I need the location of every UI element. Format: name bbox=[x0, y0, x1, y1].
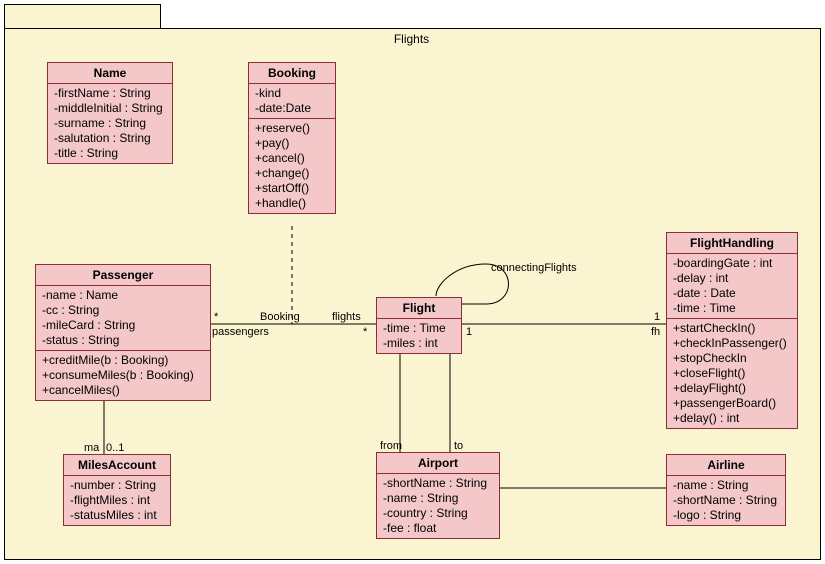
class-booking: Booking -kind -date:Date +reserve() +pay… bbox=[248, 62, 336, 214]
attr: -title : String bbox=[54, 146, 166, 161]
attr: -statusMiles : int bbox=[70, 508, 164, 523]
op: +creditMile(b : Booking) bbox=[42, 353, 204, 368]
package-title: Flights bbox=[4, 32, 819, 46]
class-attrs: -number : String -flightMiles : int -sta… bbox=[64, 476, 170, 525]
class-title: Name bbox=[48, 63, 172, 84]
class-airport: Airport -shortName : String -name : Stri… bbox=[376, 452, 500, 539]
op: +consumeMiles(b : Booking) bbox=[42, 368, 204, 383]
class-flight: Flight -time : Time -miles : int bbox=[376, 297, 462, 354]
op: +closeFlight() bbox=[673, 366, 791, 381]
package-tab bbox=[4, 4, 161, 30]
attr: -fee : float bbox=[383, 521, 493, 536]
attr: -date:Date bbox=[255, 101, 329, 116]
attr: -boardingGate : int bbox=[673, 256, 791, 271]
class-flighthandling: FlightHandling -boardingGate : int -dela… bbox=[666, 232, 798, 429]
attr: -cc : String bbox=[42, 303, 204, 318]
attr: -shortName : String bbox=[383, 476, 493, 491]
class-attrs: -boardingGate : int -delay : int -date :… bbox=[667, 254, 797, 319]
role-from: from bbox=[380, 440, 402, 452]
role-to: to bbox=[454, 440, 463, 452]
class-title: FlightHandling bbox=[667, 233, 797, 254]
mult-flights: * bbox=[363, 326, 367, 338]
class-attrs: -kind -date:Date bbox=[249, 84, 335, 119]
class-passenger: Passenger -name : Name -cc : String -mil… bbox=[35, 264, 211, 401]
class-milesaccount: MilesAccount -number : String -flightMil… bbox=[63, 454, 171, 526]
attr: -middleInitial : String bbox=[54, 101, 166, 116]
attr: -number : String bbox=[70, 478, 164, 493]
op: +stopCheckIn bbox=[673, 351, 791, 366]
attr: -miles : int bbox=[383, 336, 455, 351]
op: +cancelMiles() bbox=[42, 383, 204, 398]
role-ma: ma bbox=[84, 442, 99, 454]
class-attrs: -name : String -shortName : String -logo… bbox=[667, 476, 785, 525]
package-flights: Flights Name -firstName : String -middle… bbox=[4, 4, 821, 560]
assoc-class-label: Booking bbox=[260, 311, 300, 323]
attr: -kind bbox=[255, 86, 329, 101]
attr: -time : Time bbox=[673, 301, 791, 316]
class-attrs: -name : Name -cc : String -mileCard : St… bbox=[36, 286, 210, 351]
mult-ma: 0..1 bbox=[106, 442, 124, 454]
class-title: Passenger bbox=[36, 265, 210, 286]
mult-fh-right: 1 bbox=[654, 311, 660, 323]
role-passengers: passengers bbox=[212, 326, 269, 338]
class-attrs: -time : Time -miles : int bbox=[377, 319, 461, 353]
attr: -name : String bbox=[383, 491, 493, 506]
op: +pay() bbox=[255, 136, 329, 151]
mult-passengers: * bbox=[214, 311, 218, 323]
op: +cancel() bbox=[255, 151, 329, 166]
attr: -surname : String bbox=[54, 116, 166, 131]
class-attrs: -shortName : String -name : String -coun… bbox=[377, 474, 499, 538]
op: +startCheckIn() bbox=[673, 321, 791, 336]
class-ops: +startCheckIn() +checkInPassenger() +sto… bbox=[667, 319, 797, 428]
class-name: Name -firstName : String -middleInitial … bbox=[47, 62, 173, 164]
mult-fh-left: 1 bbox=[466, 326, 472, 338]
op: +delay() : int bbox=[673, 411, 791, 426]
op: +startOff() bbox=[255, 181, 329, 196]
class-title: Airport bbox=[377, 453, 499, 474]
class-ops: +creditMile(b : Booking) +consumeMiles(b… bbox=[36, 351, 210, 400]
op: +handle() bbox=[255, 196, 329, 211]
attr: -shortName : String bbox=[673, 493, 779, 508]
attr: -flightMiles : int bbox=[70, 493, 164, 508]
class-ops: +reserve() +pay() +cancel() +change() +s… bbox=[249, 119, 335, 213]
class-airline: Airline -name : String -shortName : Stri… bbox=[666, 454, 786, 526]
class-title: Airline bbox=[667, 455, 785, 476]
attr: -salutation : String bbox=[54, 131, 166, 146]
op: +checkInPassenger() bbox=[673, 336, 791, 351]
attr: -name : String bbox=[673, 478, 779, 493]
class-attrs: -firstName : String -middleInitial : Str… bbox=[48, 84, 172, 163]
class-title: Booking bbox=[249, 63, 335, 84]
op: +change() bbox=[255, 166, 329, 181]
attr: -mileCard : String bbox=[42, 318, 204, 333]
attr: -logo : String bbox=[673, 508, 779, 523]
op: +passengerBoard() bbox=[673, 396, 791, 411]
op: +delayFlight() bbox=[673, 381, 791, 396]
role-fh: fh bbox=[651, 326, 660, 338]
role-connecting: connectingFlights bbox=[491, 262, 577, 274]
role-flights: flights bbox=[332, 311, 361, 323]
attr: -country : String bbox=[383, 506, 493, 521]
attr: -name : Name bbox=[42, 288, 204, 303]
attr: -firstName : String bbox=[54, 86, 166, 101]
class-title: Flight bbox=[377, 298, 461, 319]
attr: -time : Time bbox=[383, 321, 455, 336]
attr: -delay : int bbox=[673, 271, 791, 286]
op: +reserve() bbox=[255, 121, 329, 136]
attr: -status : String bbox=[42, 333, 204, 348]
attr: -date : Date bbox=[673, 286, 791, 301]
class-title: MilesAccount bbox=[64, 455, 170, 476]
